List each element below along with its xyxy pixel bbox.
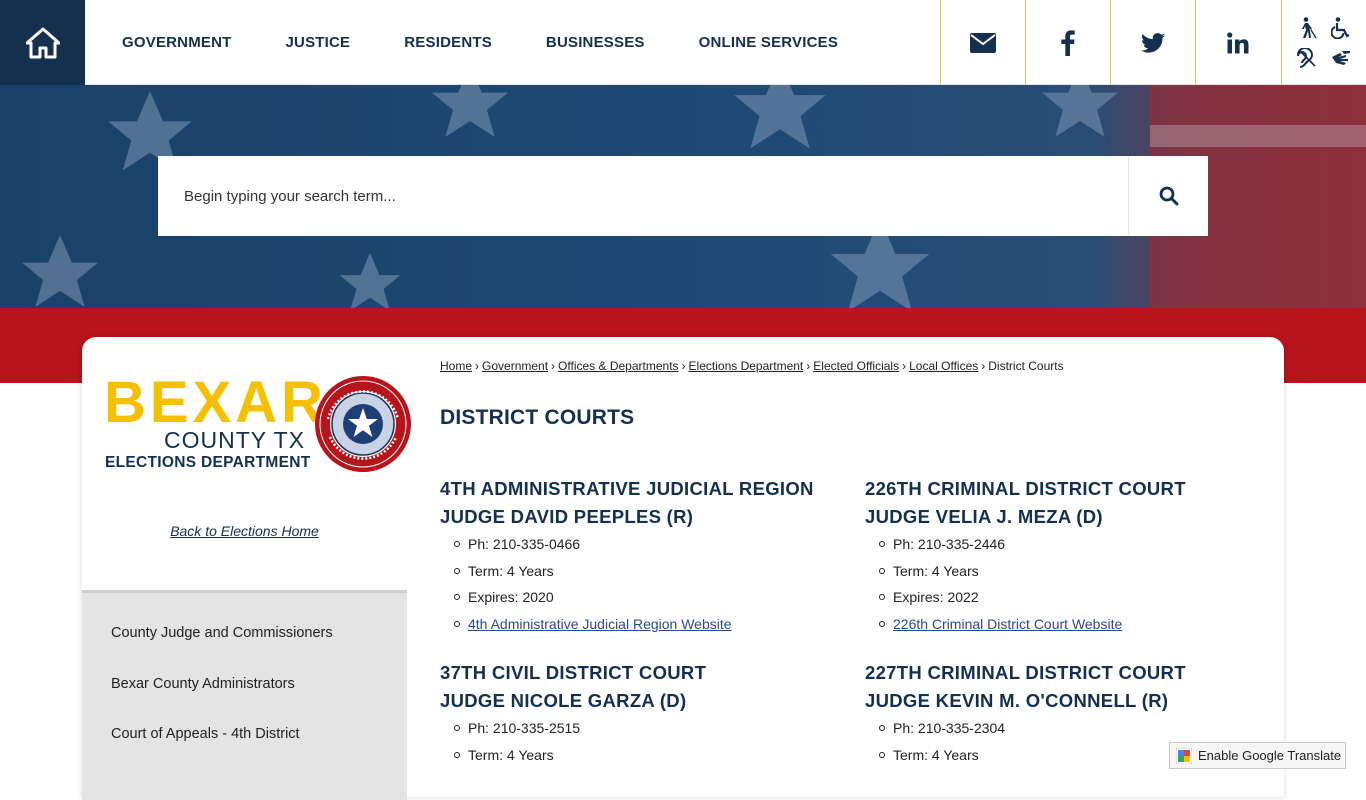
logo-county-text: COUNTY TX <box>164 427 306 453</box>
court-expires: Expires: 2020 <box>454 584 860 611</box>
breadcrumb-local-offices[interactable]: Local Offices <box>909 359 978 373</box>
court-name: 4TH ADMINISTRATIVE JUDICIAL REGION <box>440 478 814 499</box>
blind-walker-icon[interactable] <box>1297 16 1317 39</box>
court-card: 226TH CRIMINAL DISTRICT COURT JUDGE VELI… <box>865 475 1285 637</box>
sidebar-nav: County Judge and Commissioners Bexar Cou… <box>82 590 407 800</box>
court-term: Term: 4 Years <box>454 742 860 769</box>
nav-government[interactable]: GOVERNMENT <box>95 34 259 51</box>
page-title: DISTRICT COURTS <box>440 406 635 429</box>
breadcrumb: Home › Government › Offices & Departments › El… <box>440 359 1064 373</box>
hearing-icon[interactable] <box>1297 48 1317 69</box>
elections-logo[interactable]: BEXAR COUNTY TX ELECTIONS DEPARTMENT <box>104 370 411 475</box>
google-translate-icon <box>1176 747 1192 764</box>
facebook-icon <box>1061 29 1075 56</box>
county-seal-icon <box>315 376 411 472</box>
breadcrumb-separator: › <box>681 359 686 373</box>
court-name: 227TH CRIMINAL DISTRICT COURT <box>865 662 1186 683</box>
breadcrumb-offices-departments[interactable]: Offices & Departments <box>558 359 679 373</box>
wheelchair-icon[interactable] <box>1331 16 1351 39</box>
sidebar: BEXAR COUNTY TX ELECTIONS DEPARTMENT Bac… <box>82 337 411 800</box>
breadcrumb-separator: › <box>551 359 556 373</box>
google-translate-label: Enable Google Translate <box>1198 748 1342 763</box>
court-details: Ph: 210-335-0466 Term: 4 Years Expires: … <box>440 531 860 637</box>
court-phone: Ph: 210-335-2304 <box>879 715 1285 742</box>
breadcrumb-separator: › <box>981 359 986 373</box>
judge-name: JUDGE DAVID PEEPLES (R) <box>440 506 694 527</box>
court-phone: Ph: 210-335-2515 <box>454 715 860 742</box>
judge-name: JUDGE NICOLE GARZA (D) <box>440 690 687 711</box>
logo-bexar-text: BEXAR <box>104 370 328 435</box>
breadcrumb-current: District Courts <box>988 359 1064 373</box>
email-button[interactable] <box>940 0 1025 85</box>
breadcrumb-separator: › <box>902 359 907 373</box>
linkedin-icon <box>1227 31 1249 53</box>
back-to-elections-home-link[interactable]: Back to Elections Home <box>82 523 407 539</box>
nav-businesses[interactable]: BUSINESSES <box>519 34 672 51</box>
google-translate-button[interactable]: Enable Google Translate <box>1169 742 1346 769</box>
breadcrumb-separator: › <box>475 359 480 373</box>
judge-name: JUDGE VELIA J. MEZA (D) <box>865 506 1103 527</box>
sidebar-item-county-judge[interactable]: County Judge and Commissioners <box>82 608 407 659</box>
court-details: Ph: 210-335-2446 Term: 4 Years Expires: … <box>865 531 1285 637</box>
breadcrumb-government[interactable]: Government <box>482 359 548 373</box>
court-card: 37TH CIVIL DISTRICT COURT JUDGE NICOLE G… <box>440 659 860 768</box>
hero-banner <box>0 85 1366 308</box>
twitter-icon <box>1141 32 1165 53</box>
main-content-card: BEXAR COUNTY TX ELECTIONS DEPARTMENT Bac… <box>82 337 1285 800</box>
court-name: 226TH CRIMINAL DISTRICT COURT <box>865 478 1186 499</box>
court-details: Ph: 210-335-2515 Term: 4 Years <box>440 715 860 768</box>
court-phone: Ph: 210-335-0466 <box>454 531 860 558</box>
social-links <box>940 0 1280 85</box>
court-website-item: 226th Criminal District Court Website <box>879 611 1285 638</box>
court-website-link[interactable]: 226th Criminal District Court Website <box>893 616 1122 632</box>
nav-online-services[interactable]: ONLINE SERVICES <box>672 34 865 51</box>
nav-residents[interactable]: RESIDENTS <box>377 34 519 51</box>
court-expires: Expires: 2022 <box>879 584 1285 611</box>
court-term: Term: 4 Years <box>879 558 1285 585</box>
breadcrumb-separator: › <box>806 359 811 373</box>
home-icon <box>25 27 60 58</box>
sidebar-item-administrators[interactable]: Bexar County Administrators <box>82 659 407 710</box>
top-navigation-bar: GOVERNMENT JUSTICE RESIDENTS BUSINESSES … <box>0 0 1366 85</box>
facebook-button[interactable] <box>1025 0 1110 85</box>
sign-language-icon[interactable] <box>1330 49 1352 67</box>
search-icon <box>1159 186 1178 206</box>
accessibility-links <box>1281 0 1366 85</box>
home-button[interactable] <box>0 0 85 85</box>
twitter-button[interactable] <box>1110 0 1195 85</box>
court-card: 4TH ADMINISTRATIVE JUDICIAL REGION JUDGE… <box>440 475 860 637</box>
breadcrumb-elected-officials[interactable]: Elected Officials <box>813 359 899 373</box>
sidebar-item-court-of-appeals[interactable]: Court of Appeals - 4th District <box>82 709 407 760</box>
logo-department-text: ELECTIONS DEPARTMENT <box>105 454 311 471</box>
mail-icon <box>970 32 996 53</box>
court-term: Term: 4 Years <box>454 558 860 585</box>
court-website-item: 4th Administrative Judicial Region Websi… <box>454 611 860 638</box>
search-input[interactable] <box>158 156 1128 236</box>
court-name: 37TH CIVIL DISTRICT COURT <box>440 662 707 683</box>
search-bar <box>158 156 1208 236</box>
nav-justice[interactable]: JUSTICE <box>259 34 378 51</box>
main-nav: GOVERNMENT JUSTICE RESIDENTS BUSINESSES … <box>95 0 865 85</box>
breadcrumb-home[interactable]: Home <box>440 359 472 373</box>
judge-name: JUDGE KEVIN M. O'CONNELL (R) <box>865 690 1169 711</box>
court-phone: Ph: 210-335-2446 <box>879 531 1285 558</box>
linkedin-button[interactable] <box>1195 0 1280 85</box>
breadcrumb-elections-department[interactable]: Elections Department <box>689 359 804 373</box>
court-website-link[interactable]: 4th Administrative Judicial Region Websi… <box>468 616 732 632</box>
search-button[interactable] <box>1128 156 1208 236</box>
